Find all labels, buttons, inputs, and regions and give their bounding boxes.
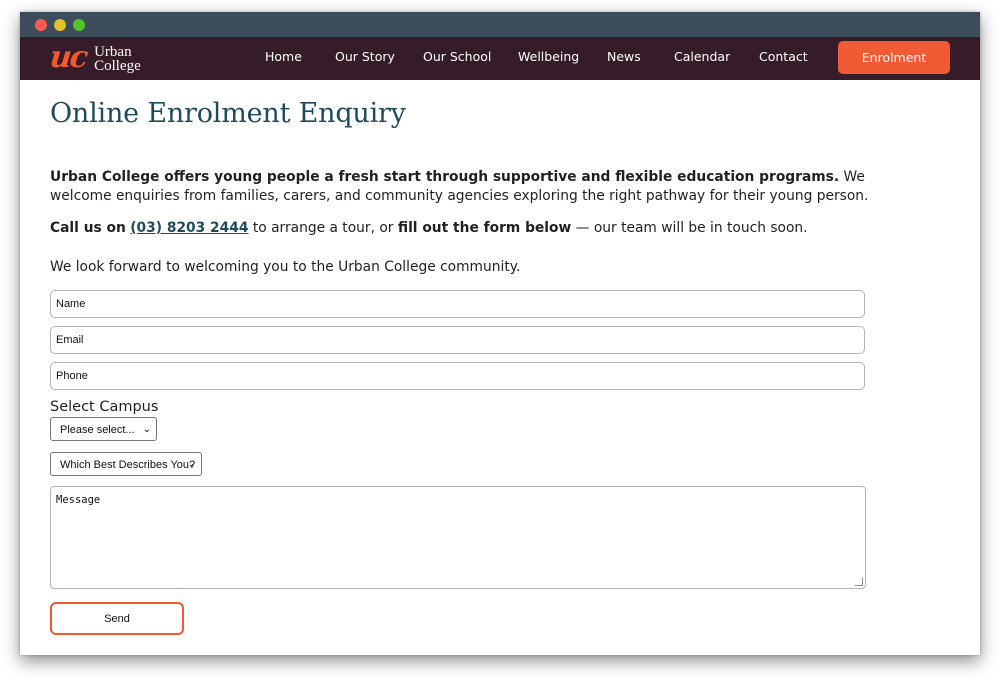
campus-select-value: Please select... — [60, 424, 135, 436]
call-suffix: — our team will be in touch soon. — [571, 220, 808, 236]
chevron-down-icon: ⌄ — [187, 459, 196, 470]
intro-paragraph: Urban College offers young people a fres… — [50, 168, 930, 206]
campus-label: Select Campus — [50, 399, 159, 415]
describe-select[interactable]: Which Best Describes You? ⌄ — [50, 452, 202, 476]
nav-wellbeing[interactable]: Wellbeing — [518, 49, 579, 64]
nav-our-school[interactable]: Our School — [423, 49, 491, 64]
chevron-down-icon: ⌄ — [142, 424, 151, 435]
nav-calendar[interactable]: Calendar — [674, 49, 730, 64]
closing-paragraph: We look forward to welcoming you to the … — [50, 259, 521, 275]
intro-bold-text: Urban College offers young people a fres… — [50, 169, 840, 185]
message-textarea[interactable]: Message — [50, 486, 866, 589]
call-middle: to arrange a tour, or — [248, 220, 398, 236]
resize-handle-icon[interactable] — [855, 578, 863, 586]
campus-select[interactable]: Please select... ⌄ — [50, 417, 157, 441]
nav-news[interactable]: News — [607, 49, 641, 64]
logo-text-line2: College — [94, 58, 141, 74]
name-input[interactable]: Name — [50, 290, 865, 318]
describe-select-value: Which Best Describes You? — [60, 459, 196, 471]
logo-text: Urban College — [94, 45, 141, 74]
enrolment-button[interactable]: Enrolment — [838, 41, 950, 74]
message-placeholder: Message — [56, 494, 101, 506]
email-input[interactable]: Email — [50, 326, 865, 354]
send-button[interactable]: Send — [50, 602, 184, 635]
window-titlebar — [20, 12, 980, 37]
call-prefix: Call us on — [50, 220, 126, 236]
phone-input[interactable]: Phone — [50, 362, 865, 390]
nav-home[interactable]: Home — [265, 49, 302, 64]
site-logo[interactable]: uc Urban College — [48, 40, 141, 77]
maximize-window-button[interactable] — [73, 19, 85, 31]
close-window-button[interactable] — [35, 19, 47, 31]
site-navbar: uc Urban College Home Our Story Our Scho… — [20, 37, 980, 80]
phone-link[interactable]: (03) 8203 2444 — [130, 220, 248, 236]
call-bold: fill out the form below — [397, 220, 572, 236]
minimize-window-button[interactable] — [54, 19, 66, 31]
call-paragraph: Call us on (03) 8203 2444 to arrange a t… — [50, 219, 930, 238]
browser-window: uc Urban College Home Our Story Our Scho… — [20, 12, 980, 655]
page-title: Online Enrolment Enquiry — [50, 98, 406, 129]
nav-our-story[interactable]: Our Story — [335, 49, 395, 64]
nav-contact[interactable]: Contact — [759, 49, 808, 64]
logo-mark: uc — [48, 40, 88, 75]
